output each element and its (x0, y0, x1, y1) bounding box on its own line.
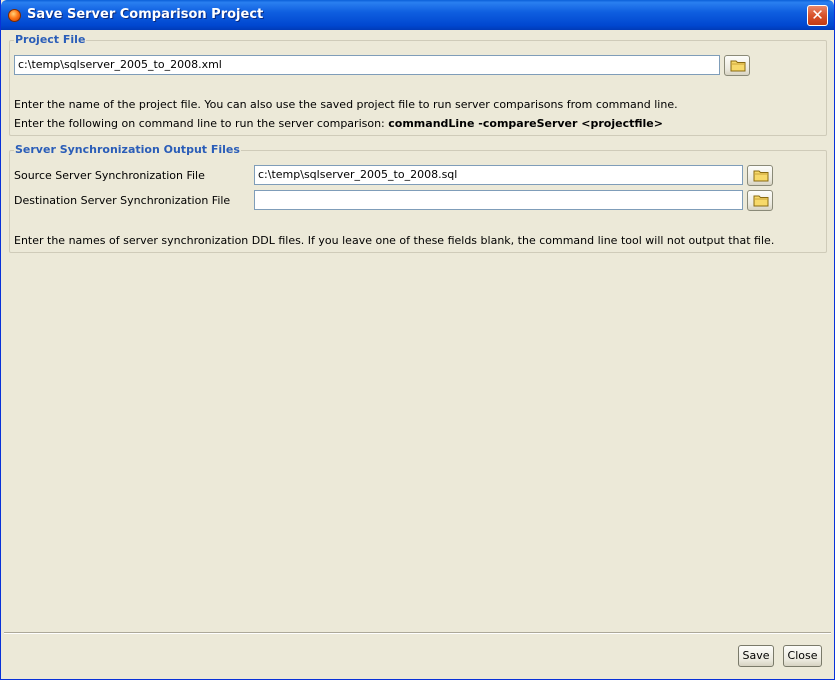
project-file-help-line2: Enter the following on command line to r… (14, 117, 663, 130)
source-sync-file-input[interactable]: c:\temp\sqlserver_2005_to_2008.sql (254, 165, 743, 185)
folder-icon (730, 60, 746, 72)
footer-separator (4, 632, 831, 634)
command-prefix-text: Enter the following on command line to r… (14, 117, 389, 130)
project-file-input[interactable]: c:\temp\sqlserver_2005_to_2008.xml (14, 55, 720, 75)
folder-icon (753, 170, 769, 182)
source-sync-file-label: Source Server Synchronization File (14, 169, 205, 182)
dialog-window: Save Server Comparison Project ✕ Project… (0, 0, 835, 680)
sync-output-group-title: Server Synchronization Output Files (14, 143, 241, 156)
save-button[interactable]: Save (738, 645, 774, 667)
sync-output-group: Server Synchronization Output Files Sour… (9, 143, 827, 253)
dest-sync-browse-button[interactable] (747, 190, 773, 211)
app-icon (8, 9, 21, 22)
close-icon: ✕ (811, 6, 824, 24)
dest-sync-file-label: Destination Server Synchronization File (14, 194, 231, 207)
title-bar[interactable]: Save Server Comparison Project ✕ (1, 0, 834, 30)
window-title: Save Server Comparison Project (27, 7, 264, 22)
project-file-group-title: Project File (14, 33, 87, 46)
project-file-group: Project File c:\temp\sqlserver_2005_to_2… (9, 33, 827, 136)
window-close-button[interactable]: ✕ (807, 5, 828, 26)
project-file-help-line1: Enter the name of the project file. You … (14, 98, 678, 111)
dest-sync-file-input[interactable] (254, 190, 743, 210)
sync-output-help-text: Enter the names of server synchronizatio… (14, 234, 775, 247)
close-button[interactable]: Close (783, 645, 822, 667)
command-line-text: commandLine -compareServer <projectfile> (388, 117, 663, 130)
project-file-browse-button[interactable] (724, 55, 750, 76)
source-sync-browse-button[interactable] (747, 165, 773, 186)
folder-icon (753, 195, 769, 207)
